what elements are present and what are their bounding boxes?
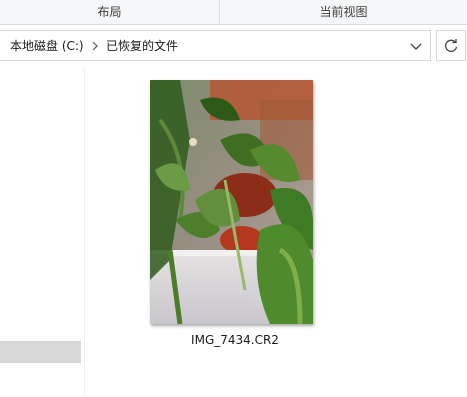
breadcrumb-local-disk[interactable]: 本地磁盘 (C:): [10, 38, 84, 54]
refresh-button[interactable]: [436, 30, 466, 61]
breadcrumb-recovered-files[interactable]: 已恢复的文件: [106, 38, 178, 54]
file-thumbnail[interactable]: [150, 80, 313, 324]
chevron-down-icon[interactable]: [406, 36, 426, 56]
ribbon-group-header-bar: 布局 当前视图: [0, 0, 467, 25]
nav-pane-selected-item[interactable]: [0, 341, 81, 363]
file-name-label[interactable]: IMG_7434.CR2: [144, 333, 326, 347]
ribbon-group-layout: 布局: [0, 0, 220, 24]
refresh-icon: [445, 39, 458, 52]
potted-plant-photo: [150, 80, 313, 324]
address-bar-row: 本地磁盘 (C:) 已恢复的文件: [0, 25, 467, 67]
chevron-right-icon[interactable]: [91, 38, 99, 54]
navigation-pane[interactable]: [0, 67, 85, 397]
file-list-view[interactable]: IMG_7434.CR2: [85, 67, 467, 397]
ribbon-group-current-view: 当前视图: [319, 5, 368, 19]
file-item[interactable]: IMG_7434.CR2: [144, 77, 314, 353]
address-bar[interactable]: 本地磁盘 (C:) 已恢复的文件: [0, 30, 431, 61]
